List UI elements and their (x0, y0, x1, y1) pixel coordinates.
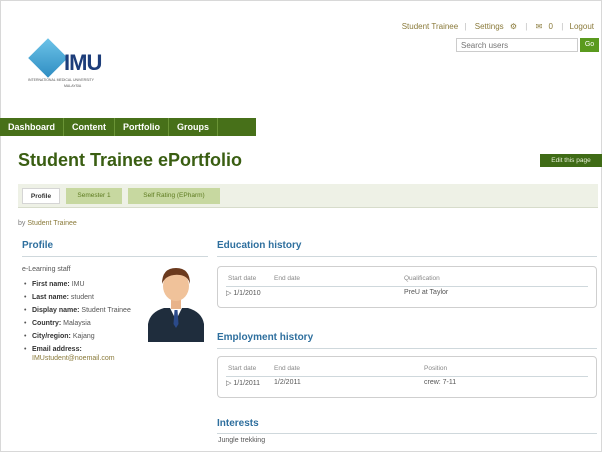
employment-divider (217, 348, 597, 349)
byline-user-link[interactable]: Student Trainee (27, 220, 76, 227)
avatar (148, 268, 204, 342)
list-item: Last name: student (24, 293, 152, 302)
profile-field-list: First name: IMU Last name: student Displ… (24, 280, 152, 367)
search-users-input[interactable] (456, 38, 578, 52)
search-go-button[interactable]: Go (580, 38, 599, 52)
main-nav: Dashboard Content Portfolio Groups (0, 118, 256, 136)
tab-self-rating[interactable]: Self Rating (EPharm) (128, 188, 220, 204)
logo-subtitle-2: MALAYSIA (64, 84, 82, 88)
table-row[interactable]: ▷ 1/1/2010 (226, 289, 261, 297)
nav-groups[interactable]: Groups (169, 118, 219, 136)
nav-portfolio[interactable]: Portfolio (115, 118, 170, 136)
logout-link[interactable]: Logout (570, 22, 594, 31)
logo-diamond-icon (28, 38, 68, 78)
byline: by Student Trainee (18, 220, 77, 227)
email-link[interactable]: IMUstudent@noemail.com (32, 355, 115, 362)
interests-value: Jungle trekking (218, 437, 266, 444)
expand-arrow-icon: ▷ (226, 380, 232, 387)
imu-logo[interactable]: IMU INTERNATIONAL MEDICAL UNIVERSITY MAL… (24, 38, 124, 96)
column-header: End date (274, 275, 301, 282)
tab-profile[interactable]: Profile (22, 188, 60, 204)
column-header: Start date (228, 365, 257, 372)
envelope-icon: ✉ (535, 22, 543, 31)
edit-page-button[interactable]: Edit this page (540, 154, 602, 167)
list-item: Country: Malaysia (24, 319, 152, 328)
user-bar: Student Trainee | Settings ⚙ | ✉ 0 | Log… (401, 22, 594, 31)
profile-divider (22, 256, 208, 257)
interests-heading: Interests (217, 418, 259, 429)
column-header: Qualification (404, 275, 440, 282)
page-tabs: Profile Semester 1 Self Rating (EPharm) (18, 184, 598, 208)
interests-divider (217, 433, 597, 434)
tab-semester-1[interactable]: Semester 1 (66, 188, 122, 204)
nav-content[interactable]: Content (64, 118, 116, 136)
inbox-link[interactable]: ✉ 0 (534, 22, 555, 31)
list-item: Display name: Student Trainee (24, 306, 152, 315)
education-table: Start date End date Qualification ▷ 1/1/… (217, 266, 597, 308)
column-header: Start date (228, 275, 257, 282)
list-item: City/region: Kajang (24, 332, 152, 341)
column-header: End date (274, 365, 301, 372)
education-divider (217, 256, 597, 257)
settings-link[interactable]: Settings ⚙ (473, 22, 519, 31)
table-row[interactable]: ▷ 1/1/2011 (226, 379, 260, 387)
education-heading: Education history (217, 240, 302, 251)
list-item: First name: IMU (24, 280, 152, 289)
column-header: Position (424, 365, 448, 372)
nav-dashboard[interactable]: Dashboard (0, 118, 65, 136)
employment-heading: Employment history (217, 332, 314, 343)
logo-subtitle: INTERNATIONAL MEDICAL UNIVERSITY (28, 78, 94, 82)
gear-icon: ⚙ (509, 22, 518, 31)
user-name-link[interactable]: Student Trainee (402, 22, 458, 31)
profile-role: e-Learning staff (22, 266, 71, 273)
profile-heading: Profile (22, 240, 54, 251)
expand-arrow-icon: ▷ (226, 290, 232, 297)
employment-table: Start date End date Position ▷ 1/1/2011 … (217, 356, 597, 398)
list-item: Email address:IMUstudent@noemail.com (24, 345, 152, 363)
logo-text: IMU (64, 50, 102, 75)
page-title: Student Trainee ePortfolio (18, 150, 243, 170)
